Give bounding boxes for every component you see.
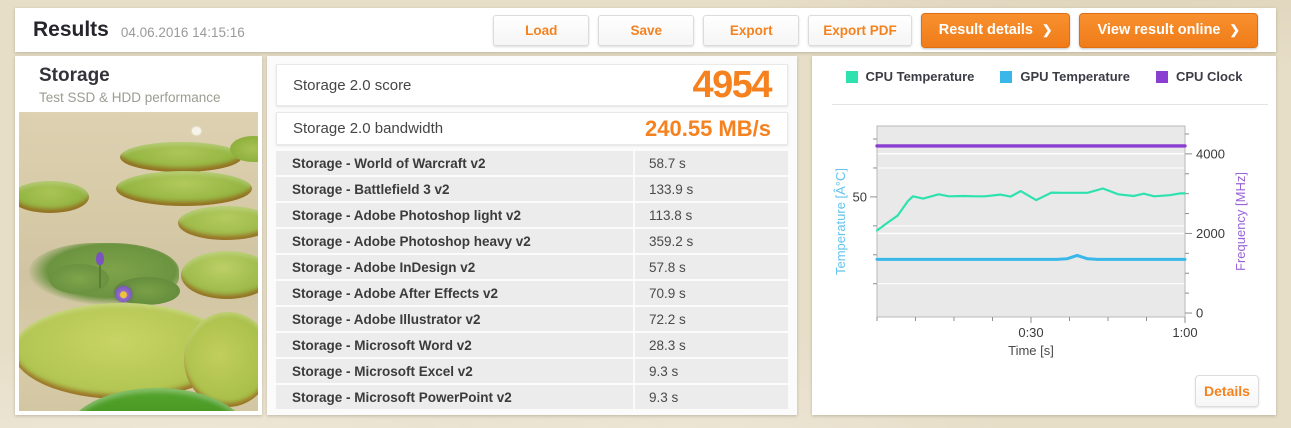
test-item-label: Storage - Adobe Photoshop light v2 bbox=[276, 203, 633, 227]
test-item-value: 9.3 s bbox=[635, 359, 788, 383]
test-item-label: Storage - World of Warcraft v2 bbox=[276, 151, 633, 175]
table-row: Storage - Adobe Photoshop heavy v2 359.2 … bbox=[276, 229, 788, 253]
lily-pad bbox=[181, 251, 258, 299]
monitoring-chart: 50 0 2000 4000 0:30 1:00 Time [s] Temperature [… bbox=[833, 125, 1248, 358]
table-row: Storage - Adobe After Effects v2 70.9 s bbox=[276, 281, 788, 305]
test-item-label: Storage - Battlefield 3 v2 bbox=[276, 177, 633, 201]
legend-label: CPU Temperature bbox=[865, 69, 975, 84]
chevron-right-icon: ❯ bbox=[1042, 23, 1053, 37]
chevron-right-icon: ❯ bbox=[1229, 23, 1240, 37]
save-button[interactable]: Save bbox=[598, 14, 695, 46]
score-value: 4954 bbox=[692, 63, 772, 106]
test-item-value: 72.2 s bbox=[635, 307, 788, 331]
test-description: Test SSD & HDD performance bbox=[39, 90, 221, 105]
svg-text:Temperature [Â°C]: Temperature [Â°C] bbox=[833, 168, 848, 275]
test-item-value: 133.9 s bbox=[635, 177, 788, 201]
lily-pad bbox=[178, 206, 258, 240]
test-item-label: Storage - Adobe After Effects v2 bbox=[276, 281, 633, 305]
table-row: Storage - Adobe Illustrator v2 72.2 s bbox=[276, 307, 788, 331]
purple-flower bbox=[115, 286, 132, 302]
svg-text:0:30: 0:30 bbox=[1018, 325, 1043, 340]
bandwidth-label: Storage 2.0 bandwidth bbox=[293, 120, 444, 137]
svg-text:50: 50 bbox=[853, 189, 867, 204]
test-item-label: Storage - Microsoft Word v2 bbox=[276, 333, 633, 357]
table-row: Storage - Battlefield 3 v2 133.9 s bbox=[276, 177, 788, 201]
svg-text:1:00: 1:00 bbox=[1172, 325, 1197, 340]
test-item-value: 57.8 s bbox=[635, 255, 788, 279]
table-row: Storage - Microsoft Word v2 28.3 s bbox=[276, 333, 788, 357]
table-row: Storage - Adobe InDesign v2 57.8 s bbox=[276, 255, 788, 279]
table-row: Storage - Microsoft Excel v2 9.3 s bbox=[276, 359, 788, 383]
test-item-value: 359.2 s bbox=[635, 229, 788, 253]
score-panel: Storage 2.0 score 4954 Storage 2.0 bandw… bbox=[267, 56, 797, 415]
chart-legend: CPU Temperature GPU Temperature CPU Clock bbox=[812, 69, 1276, 84]
test-item-value: 9.3 s bbox=[635, 385, 788, 409]
test-item-value: 70.9 s bbox=[635, 281, 788, 305]
legend-swatch bbox=[1155, 70, 1168, 83]
bandwidth-card: Storage 2.0 bandwidth 240.55 MB/s bbox=[276, 112, 788, 145]
test-item-label: Storage - Microsoft PowerPoint v2 bbox=[276, 385, 633, 409]
water-lily-photo bbox=[19, 112, 258, 411]
monitoring-panel: CPU Temperature GPU Temperature CPU Clock … bbox=[812, 56, 1276, 415]
export-button[interactable]: Export bbox=[703, 14, 800, 46]
legend-swatch bbox=[845, 70, 858, 83]
bandwidth-value: 240.55 MB/s bbox=[645, 115, 771, 141]
svg-text:2000: 2000 bbox=[1196, 226, 1225, 241]
flower-bud bbox=[96, 252, 104, 265]
test-info-panel: Storage Test SSD & HDD performance bbox=[15, 56, 262, 415]
svg-text:0: 0 bbox=[1196, 306, 1203, 321]
score-card: Storage 2.0 score 4954 bbox=[276, 64, 788, 106]
svg-text:Frequency [MHz]: Frequency [MHz] bbox=[1233, 172, 1248, 271]
legend-item-cpu-temperature: CPU Temperature bbox=[845, 69, 975, 84]
legend-item-gpu-temperature: GPU Temperature bbox=[1000, 69, 1130, 84]
result-details-button[interactable]: Result details ❯ bbox=[920, 12, 1071, 48]
score-label: Storage 2.0 score bbox=[293, 76, 412, 94]
test-item-label: Storage - Adobe Photoshop heavy v2 bbox=[276, 229, 633, 253]
result-timestamp: 04.06.2016 14:15:16 bbox=[120, 24, 245, 40]
test-item-value: 58.7 s bbox=[635, 151, 788, 175]
export-pdf-button[interactable]: Export PDF bbox=[808, 14, 912, 46]
view-result-online-button[interactable]: View result online ❯ bbox=[1079, 12, 1258, 48]
legend-label: GPU Temperature bbox=[1020, 69, 1130, 84]
legend-swatch bbox=[1000, 70, 1013, 83]
test-item-label: Storage - Adobe Illustrator v2 bbox=[276, 307, 633, 331]
lily-pad bbox=[19, 181, 89, 213]
header-buttons: Load Save Export Export PDF Result details ❯ V… bbox=[484, 12, 1258, 48]
svg-text:4000: 4000 bbox=[1196, 146, 1225, 161]
page-title: Results bbox=[33, 18, 109, 41]
table-row: Storage - World of Warcraft v2 58.7 s bbox=[276, 151, 788, 175]
legend-label: CPU Clock bbox=[1175, 69, 1243, 84]
test-item-value: 28.3 s bbox=[635, 333, 788, 357]
legend-item-cpu-clock: CPU Clock bbox=[1155, 69, 1243, 84]
results-table: Storage - World of Warcraft v2 58.7 s Stor… bbox=[276, 151, 788, 411]
test-item-label: Storage - Microsoft Excel v2 bbox=[276, 359, 633, 383]
table-row: Storage - Microsoft PowerPoint v2 9.3 s bbox=[276, 385, 788, 409]
lily-pad bbox=[120, 142, 242, 172]
test-item-value: 113.8 s bbox=[635, 203, 788, 227]
header-bar: Results 04.06.2016 14:15:16 Load Save Expo… bbox=[15, 8, 1276, 52]
lily-pad bbox=[116, 171, 252, 206]
legend-divider bbox=[832, 104, 1268, 105]
test-name: Storage bbox=[39, 65, 110, 86]
table-row: Storage - Adobe Photoshop light v2 113.8 … bbox=[276, 203, 788, 227]
test-item-label: Storage - Adobe InDesign v2 bbox=[276, 255, 633, 279]
details-button[interactable]: Details bbox=[1195, 375, 1259, 407]
load-button[interactable]: Load bbox=[493, 14, 590, 46]
white-flower bbox=[192, 127, 201, 135]
flower-stem bbox=[99, 264, 101, 288]
svg-text:Time [s]: Time [s] bbox=[1008, 343, 1054, 358]
